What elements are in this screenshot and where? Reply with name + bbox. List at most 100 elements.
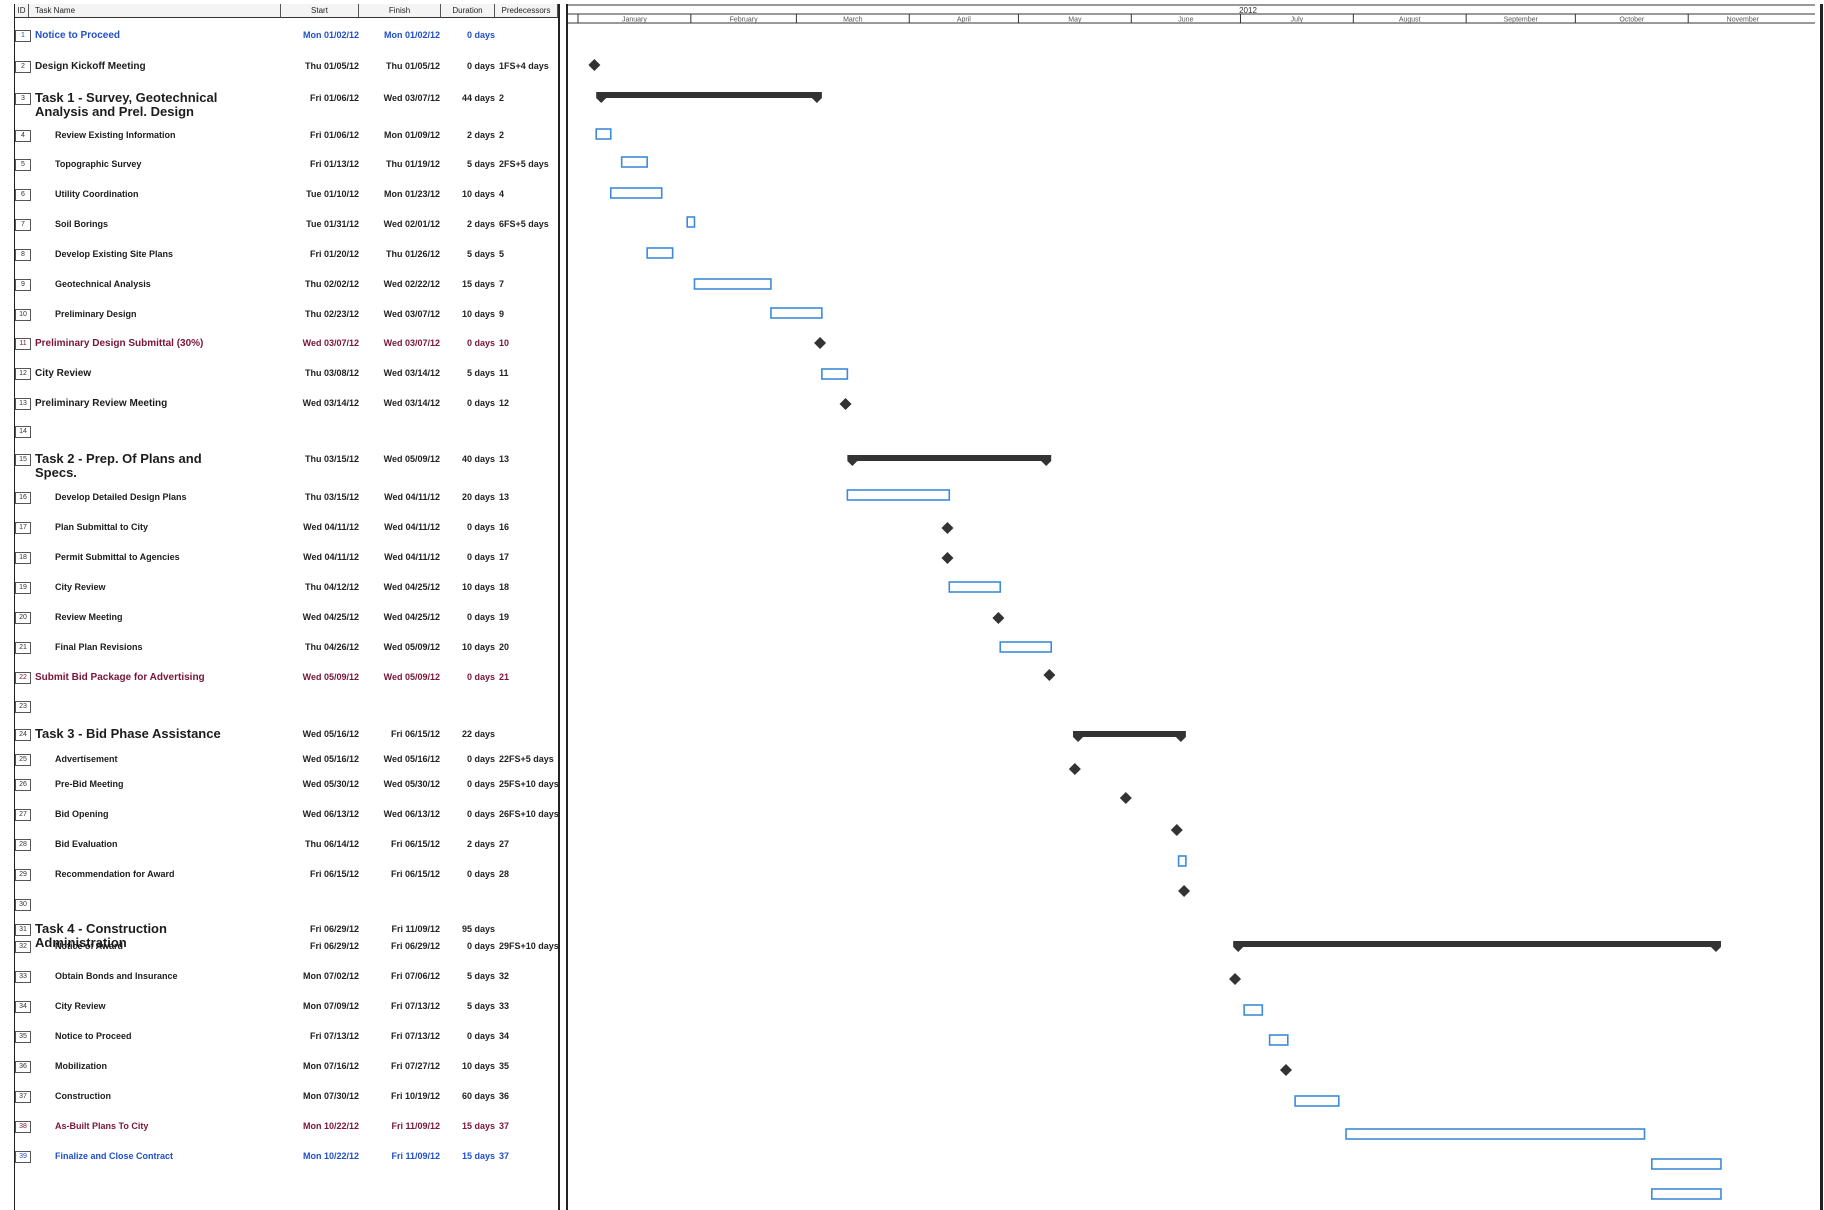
task-finish: Mon 01/02/12 bbox=[383, 30, 440, 40]
task-start: Wed 05/16/12 bbox=[302, 729, 359, 739]
task-bar bbox=[595, 128, 612, 140]
task-id: 13 bbox=[15, 398, 31, 410]
task-finish: Wed 02/01/12 bbox=[383, 219, 440, 229]
task-id: 34 bbox=[15, 1001, 31, 1013]
task-duration: 0 days bbox=[466, 612, 495, 622]
task-duration: 40 days bbox=[461, 454, 495, 464]
task-predecessors: 37 bbox=[499, 1151, 510, 1161]
task-name: Finalize and Close Contract bbox=[55, 1151, 174, 1161]
task-finish: Fri 06/15/12 bbox=[390, 839, 440, 849]
task-duration: 10 days bbox=[461, 309, 495, 319]
task-duration: 0 days bbox=[466, 809, 495, 819]
task-id: 23 bbox=[15, 701, 31, 713]
task-start: Mon 10/22/12 bbox=[302, 1121, 359, 1131]
task-finish: Wed 05/09/12 bbox=[383, 454, 440, 464]
task-start: Mon 07/09/12 bbox=[302, 1001, 359, 1011]
column-header-task-name[interactable]: Task Name bbox=[29, 4, 281, 18]
column-header-duration[interactable]: Duration bbox=[441, 4, 495, 18]
task-finish: Wed 04/25/12 bbox=[383, 612, 440, 622]
task-bar bbox=[1177, 855, 1187, 867]
task-predecessors: 18 bbox=[499, 582, 510, 592]
task-start: Fri 01/13/12 bbox=[309, 159, 359, 169]
task-duration: 44 days bbox=[461, 93, 495, 103]
task-start: Mon 07/16/12 bbox=[302, 1061, 359, 1071]
task-start: Wed 03/07/12 bbox=[302, 338, 359, 348]
task-name: Bid Opening bbox=[55, 809, 109, 819]
task-finish: Fri 07/13/12 bbox=[390, 1031, 440, 1041]
task-finish: Fri 07/27/12 bbox=[390, 1061, 440, 1071]
task-name: City Review bbox=[55, 1001, 106, 1011]
task-name: Notice to Proceed bbox=[35, 30, 121, 41]
column-header-start[interactable]: Start bbox=[281, 4, 359, 18]
task-id: 35 bbox=[15, 1031, 31, 1043]
task-predecessors: 11 bbox=[499, 368, 509, 378]
task-start: Mon 10/22/12 bbox=[302, 1151, 359, 1161]
task-id: 29 bbox=[15, 869, 31, 881]
task-predecessors: 2FS+5 days bbox=[499, 159, 549, 169]
gantt-sheet: ID Task Name Start Finish Duration Prede… bbox=[0, 0, 1824, 1210]
task-start: Thu 04/26/12 bbox=[304, 642, 359, 652]
task-name: Develop Detailed Design Plans bbox=[55, 492, 187, 502]
task-finish: Thu 01/19/12 bbox=[385, 159, 440, 169]
task-id: 32 bbox=[15, 941, 31, 953]
task-bar bbox=[686, 216, 696, 228]
month-label: April bbox=[957, 17, 971, 24]
task-finish: Wed 05/30/12 bbox=[383, 779, 440, 789]
task-name: Develop Existing Site Plans bbox=[55, 249, 174, 259]
summary-bar bbox=[1233, 941, 1721, 952]
task-duration: 5 days bbox=[466, 368, 495, 378]
month-label: June bbox=[1178, 17, 1193, 24]
task-id: 14 bbox=[15, 426, 31, 438]
task-predecessors: 37 bbox=[499, 1121, 510, 1131]
task-duration: 0 days bbox=[466, 522, 495, 532]
task-duration: 5 days bbox=[466, 1001, 495, 1011]
task-bar bbox=[1651, 1158, 1722, 1170]
task-start: Tue 01/10/12 bbox=[306, 189, 359, 199]
task-duration: 10 days bbox=[461, 189, 495, 199]
task-finish: Fri 06/15/12 bbox=[390, 869, 440, 879]
task-predecessors: 28 bbox=[499, 869, 510, 879]
task-start: Fri 07/13/12 bbox=[309, 1031, 359, 1041]
task-finish: Thu 01/26/12 bbox=[385, 249, 440, 259]
task-name: Notice of Award bbox=[55, 941, 124, 951]
task-name: City Review bbox=[35, 368, 92, 379]
milestone-diamond bbox=[1068, 763, 1081, 775]
task-duration: 2 days bbox=[466, 130, 495, 140]
task-predecessors: 10 bbox=[499, 338, 510, 348]
task-id: 25 bbox=[15, 754, 31, 766]
month-label: February bbox=[730, 17, 759, 24]
task-start: Thu 02/23/12 bbox=[304, 309, 359, 319]
task-id: 30 bbox=[15, 899, 31, 911]
task-id: 9 bbox=[15, 279, 31, 291]
task-start: Fri 01/06/12 bbox=[309, 93, 359, 103]
task-duration: 15 days bbox=[461, 279, 495, 289]
gantt-chart: 2012 January February March April May June July… bbox=[566, 4, 1823, 1210]
task-finish: Wed 04/11/12 bbox=[384, 492, 440, 502]
column-header-id[interactable]: ID bbox=[15, 4, 29, 18]
task-duration: 95 days bbox=[461, 924, 495, 934]
task-id: 22 bbox=[15, 672, 31, 684]
task-predecessors: 35 bbox=[499, 1061, 510, 1071]
task-name: As-Built Plans To City bbox=[55, 1121, 149, 1131]
task-predecessors: 1FS+4 days bbox=[499, 61, 549, 71]
task-duration: 0 days bbox=[466, 941, 495, 951]
task-start: Fri 06/29/12 bbox=[309, 924, 359, 934]
task-start: Wed 06/13/12 bbox=[302, 809, 359, 819]
task-name: Recommendation for Award bbox=[55, 869, 175, 879]
task-start: Wed 03/14/12 bbox=[302, 398, 359, 408]
milestone-diamond bbox=[1178, 885, 1191, 897]
task-duration: 60 days bbox=[461, 1091, 495, 1101]
task-predecessors: 21 bbox=[499, 672, 510, 682]
month-label: August bbox=[1399, 17, 1421, 24]
column-header-finish[interactable]: Finish bbox=[359, 4, 441, 18]
task-predecessors: 22FS+5 days bbox=[499, 754, 554, 764]
task-start: Tue 01/31/12 bbox=[306, 219, 359, 229]
task-start: Thu 06/14/12 bbox=[304, 839, 359, 849]
task-bar bbox=[1243, 1004, 1264, 1016]
column-header-predecessors[interactable]: Predecessors bbox=[495, 4, 558, 18]
task-finish: Fri 07/06/12 bbox=[390, 971, 440, 981]
task-id: 16 bbox=[15, 492, 31, 504]
task-start: Mon 01/02/12 bbox=[302, 30, 359, 40]
task-duration: 5 days bbox=[466, 159, 495, 169]
task-bar bbox=[1345, 1128, 1646, 1140]
